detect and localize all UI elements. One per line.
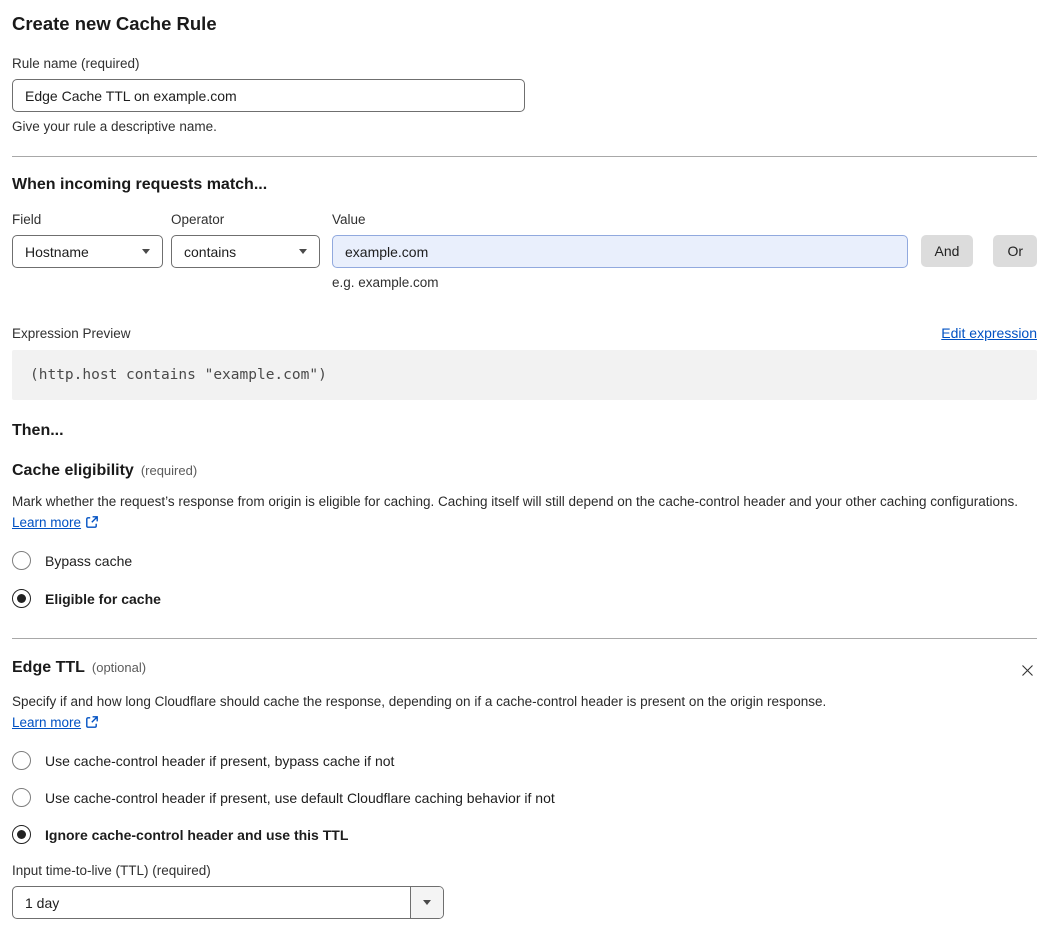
or-button[interactable]: Or [993, 235, 1037, 267]
operator-label: Operator [171, 212, 225, 227]
expression-code: (http.host contains "example.com") [12, 350, 1037, 400]
radio-option-label: Eligible for cache [45, 590, 161, 607]
match-heading: When incoming requests match... [12, 176, 268, 193]
cache-eligibility-heading-row: Cache eligibility (required) [12, 462, 1037, 480]
rule-name-input[interactable] [12, 79, 525, 112]
field-select[interactable]: Hostname [12, 235, 163, 268]
edge-ttl-qualifier: (optional) [91, 660, 147, 675]
rule-name-label: Rule name (required) [12, 56, 140, 71]
learn-more-link[interactable]: Learn more [12, 715, 81, 730]
edit-expression-link[interactable]: Edit expression [941, 325, 1037, 341]
match-condition-row: Field Hostname Operator contains Value e… [12, 212, 1037, 290]
cache-eligibility-heading: Cache eligibility [12, 462, 134, 479]
ttl-select-value: 1 day [25, 894, 60, 911]
operator-select[interactable]: contains [171, 235, 320, 268]
radio-option-use-header-default[interactable]: Use cache-control header if present, use… [12, 788, 555, 807]
radio-option-label: Use cache-control header if present, use… [45, 789, 555, 806]
cache-eligibility-qualifier: (required) [140, 463, 198, 478]
chevron-down-icon [142, 249, 150, 254]
close-icon [1022, 665, 1033, 676]
radio-unchecked-icon [12, 788, 31, 807]
edge-ttl-heading-row: Edge TTL (optional) [12, 659, 1037, 680]
field-label: Field [12, 212, 42, 227]
create-cache-rule-page: Create new Cache Rule Rule name (require… [0, 0, 1058, 933]
value-label: Value [332, 212, 366, 227]
then-heading: Then... [12, 422, 64, 439]
expression-preview-row: Expression Preview Edit expression [12, 325, 1037, 341]
radio-option-label: Use cache-control header if present, byp… [45, 752, 395, 769]
chevron-down-icon [299, 249, 307, 254]
divider [12, 156, 1037, 157]
chevron-down-icon[interactable] [410, 887, 443, 918]
radio-option-use-header-bypass[interactable]: Use cache-control header if present, byp… [12, 751, 394, 770]
close-edge-ttl-button[interactable] [1018, 661, 1037, 680]
radio-option-eligible-for-cache[interactable]: Eligible for cache [12, 589, 161, 608]
radio-option-label: Bypass cache [45, 552, 133, 569]
radio-checked-icon [12, 589, 31, 608]
page-title: Create new Cache Rule [12, 13, 217, 34]
edge-ttl-description: Specify if and how long Cloudflare shoul… [12, 691, 844, 733]
learn-more-link[interactable]: Learn more [12, 515, 81, 530]
external-link-icon [86, 516, 98, 528]
radio-unchecked-icon [12, 751, 31, 770]
external-link-icon [86, 716, 98, 728]
radio-unchecked-icon [12, 551, 31, 570]
radio-option-bypass-cache[interactable]: Bypass cache [12, 551, 132, 570]
ttl-select[interactable]: 1 day [12, 886, 444, 919]
rule-name-help: Give your rule a descriptive name. [12, 119, 217, 134]
and-button[interactable]: And [920, 235, 974, 267]
expression-preview-label: Expression Preview [12, 326, 131, 341]
field-select-value: Hostname [25, 243, 89, 260]
value-input[interactable] [332, 235, 908, 268]
operator-select-value: contains [184, 243, 237, 260]
edge-ttl-heading: Edge TTL [12, 659, 85, 676]
value-help: e.g. example.com [332, 275, 439, 290]
radio-option-ignore-header-ttl[interactable]: Ignore cache-control header and use this… [12, 825, 348, 844]
cache-eligibility-description: Mark whether the request’s response from… [12, 491, 1037, 533]
ttl-input-label: Input time-to-live (TTL) (required) [12, 863, 211, 878]
divider [12, 638, 1037, 639]
edge-ttl-description-text: Specify if and how long Cloudflare shoul… [12, 694, 827, 709]
cache-eligibility-description-text: Mark whether the request’s response from… [12, 494, 1019, 509]
radio-option-label: Ignore cache-control header and use this… [45, 826, 349, 843]
radio-checked-icon [12, 825, 31, 844]
